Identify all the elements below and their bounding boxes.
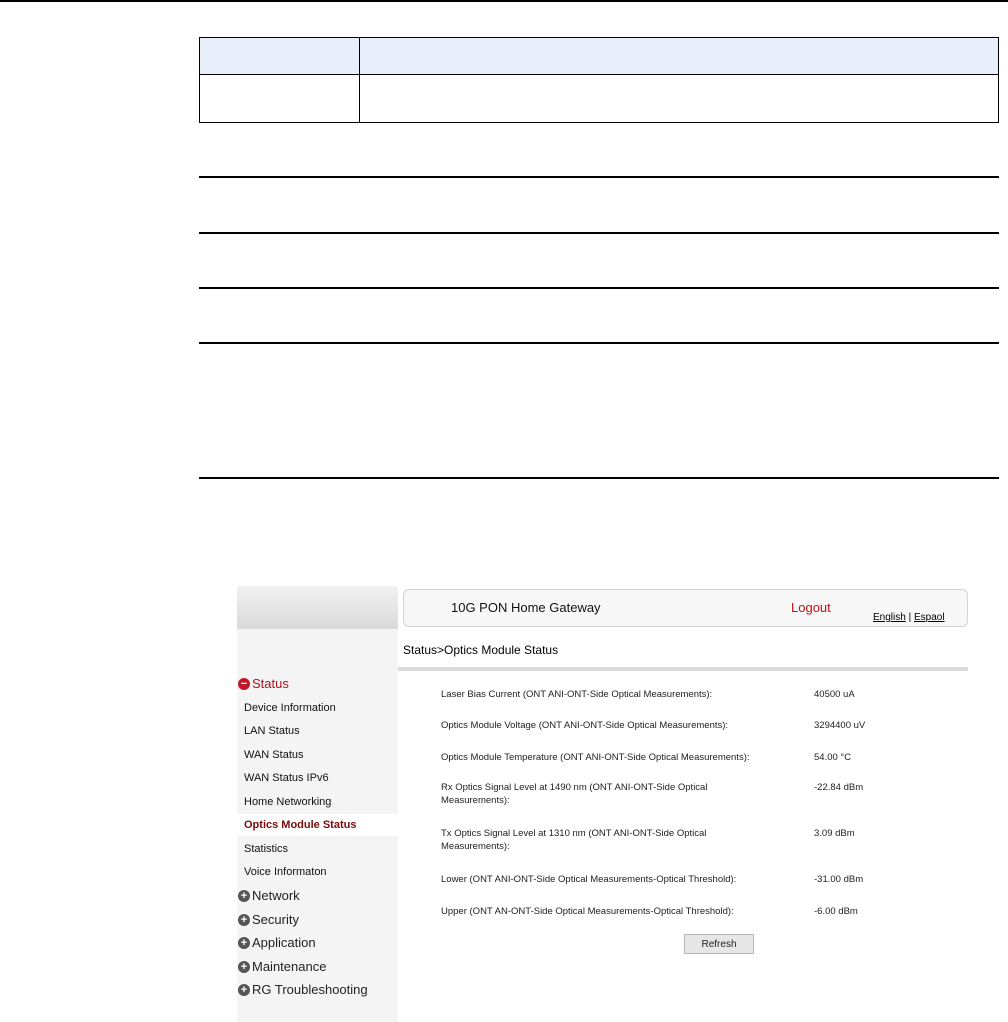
nav-item-wan-status-ipv6[interactable]: WAN Status IPv6 [244,772,329,784]
measurement-value: 54.00 °C [814,752,852,763]
measurement-label: Lower (ONT ANI-ONT-Side Optical Measurem… [441,874,737,885]
plus-circle-icon: + [238,960,250,973]
plus-circle-icon: + [238,889,250,902]
measurement-label: Optics Module Temperature (ONT ANI-ONT-S… [441,752,750,763]
measurement-label: Laser Bias Current (ONT ANI-ONT-Side Opt… [441,689,713,700]
table-column-divider [359,38,360,122]
rule-5 [199,477,999,479]
gateway-title: 10G PON Home Gateway [451,600,601,615]
nav-item-lan-status[interactable]: LAN Status [244,725,300,737]
nav-section-security[interactable]: + Security [238,912,299,927]
breadcrumb: Status>Optics Module Status [403,643,559,657]
plus-circle-icon: + [238,936,250,949]
nav-section-rg-troubleshooting[interactable]: + RG Troubleshooting [238,982,368,997]
sidebar-header [237,586,398,629]
minus-circle-icon: − [238,677,250,690]
english-link[interactable]: English [873,612,906,623]
nav-item-optics-module-status[interactable]: Optics Module Status [237,814,398,836]
table-header-row [200,38,998,75]
top-rule [0,0,1008,2]
measurement-value: -6.00 dBm [814,906,858,917]
logout-link[interactable]: Logout [791,600,831,615]
nav-section-network[interactable]: + Network [238,888,300,903]
measurement-value: 40500 uA [814,689,855,700]
rule-4 [199,342,999,344]
nav-section-application[interactable]: + Application [238,935,316,950]
nav-item-device-information[interactable]: Device Information [244,702,336,714]
nav-item-statistics[interactable]: Statistics [244,843,288,855]
language-switcher: English | Espaol [873,612,945,623]
measurement-label: Upper (ONT AN-ONT-Side Optical Measureme… [441,906,734,917]
plus-circle-icon: + [238,983,250,996]
rule-3 [199,287,999,289]
espanol-link[interactable]: Espaol [914,612,945,623]
language-separator: | [905,612,914,623]
rule-1 [199,176,999,178]
nav-item-voice-information[interactable]: Voice Informaton [244,866,327,878]
nav-item-home-networking[interactable]: Home Networking [244,796,331,808]
measurement-label: Optics Module Voltage (ONT ANI-ONT-Side … [441,720,729,731]
measurement-value: -31.00 dBm [814,874,864,885]
document-table [199,37,999,123]
measurement-value: 3294400 uV [814,720,866,731]
plus-circle-icon: + [238,913,250,926]
rule-2 [199,232,999,234]
nav-section-status[interactable]: − Status [238,676,289,691]
measurement-value: 3.09 dBm [814,828,855,839]
refresh-button[interactable]: Refresh [684,934,754,954]
nav-section-maintenance[interactable]: + Maintenance [238,959,326,974]
nav-item-wan-status[interactable]: WAN Status [244,749,304,761]
measurement-label: Rx Optics Signal Level at 1490 nm (ONT A… [441,782,708,806]
measurement-label: Tx Optics Signal Level at 1310 nm (ONT A… [441,828,707,852]
measurement-value: -22.84 dBm [814,782,864,793]
breadcrumb-divider [398,667,968,671]
